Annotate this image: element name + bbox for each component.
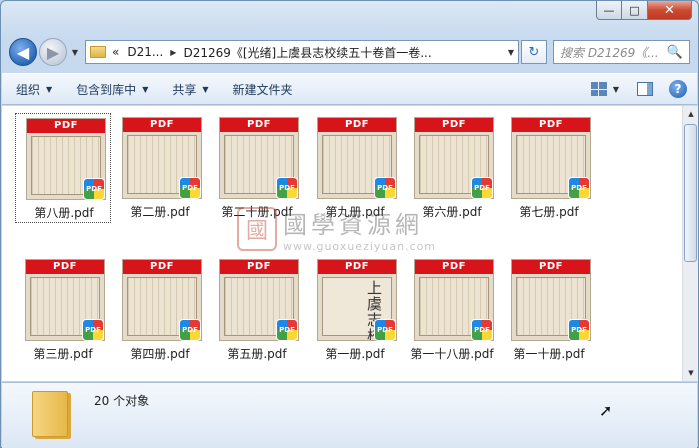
file-item[interactable]: PDF PDF 第二册.pdf [112,113,208,223]
view-options-dropdown[interactable]: ▼ [613,85,619,94]
scrollbar-thumb[interactable] [684,124,697,262]
watermark-url: www.guoxueziyuan.com [283,240,437,253]
search-placeholder: 搜索 D21269《... [560,45,659,60]
pdf-app-icon: PDF [276,319,298,341]
explorer-window: — □ ✕ ◀ ▶ ▼ « D21... ▶ D21269《[光绪]上虞县志校续… [0,0,699,448]
breadcrumb-overflow[interactable]: « [112,45,119,59]
back-button[interactable]: ◀ [9,38,37,66]
refresh-button[interactable]: ↻ [521,40,547,64]
organize-label: 组织 [16,82,41,97]
search-input[interactable]: 搜索 D21269《... 🔍 [553,40,690,64]
breadcrumb-item[interactable]: D21... [127,45,163,59]
include-library-menu[interactable]: 包含到库中 ▼ [76,81,148,98]
pdf-app-icon: PDF [568,177,590,199]
file-name: 第一册.pdf [325,347,385,361]
organize-menu[interactable]: 组织 ▼ [16,81,52,98]
scroll-up-icon[interactable]: ▲ [683,106,699,122]
new-folder-label: 新建文件夹 [232,82,293,97]
share-label: 共享 [172,82,197,97]
pdf-app-icon: PDF [568,319,590,341]
pdf-app-icon: PDF [471,319,493,341]
new-folder-button[interactable]: 新建文件夹 [233,81,293,98]
pdf-app-icon: PDF [374,319,396,341]
folder-icon [32,391,68,437]
change-view-icon[interactable] [590,82,607,96]
item-count: 20 个对象 [94,394,150,408]
file-item[interactable]: PDF PDF 第五册.pdf [209,255,305,365]
breadcrumb-current[interactable]: D21269《[光绪]上虞县志校续五十卷首一卷... [183,44,431,61]
recent-pages-dropdown[interactable]: ▼ [69,48,81,57]
search-icon[interactable]: 🔍 [667,45,683,60]
mouse-cursor-icon: ➚ [599,401,613,420]
command-bar: 组织 ▼ 包含到库中 ▼ 共享 ▼ 新建文件夹 ▼ ? [2,73,697,105]
file-name: 第五册.pdf [227,347,287,361]
pdf-app-icon: PDF [179,177,201,199]
vertical-scrollbar[interactable]: ▲ ▼ [682,106,698,381]
file-item[interactable]: PDF PDF 第四册.pdf [112,255,208,365]
scroll-down-icon[interactable]: ▼ [683,365,699,381]
pdf-app-icon: PDF [276,177,298,199]
window-controls: — □ ✕ [596,1,692,20]
maximize-button[interactable]: □ [622,1,648,20]
chevron-down-icon: ▼ [46,84,53,94]
forward-button[interactable]: ▶ [39,38,67,66]
file-name: 第一十册.pdf [513,347,585,361]
help-icon[interactable]: ? [669,80,687,98]
preview-pane-icon[interactable] [637,82,653,96]
pdf-app-icon: PDF [82,319,104,341]
file-name: 第四册.pdf [130,347,190,361]
chevron-down-icon: ▼ [142,84,149,94]
pdf-app-icon: PDF [374,177,396,199]
pdf-app-icon: PDF [83,178,105,200]
minimize-button[interactable]: — [596,1,622,20]
address-bar[interactable]: « D21... ▶ D21269《[光绪]上虞县志校续五十卷首一卷... ▼ [85,40,519,64]
details-pane: 20 个对象 [2,382,697,448]
file-item[interactable]: PDF 上虞志校續 PDF 第一册.pdf [307,255,403,365]
file-name: 第七册.pdf [519,205,579,219]
pdf-app-icon: PDF [179,319,201,341]
address-dropdown-icon[interactable]: ▼ [508,48,514,57]
navigation-bar: ◀ ▶ ▼ « D21... ▶ D21269《[光绪]上虞县志校续五十卷首一卷… [9,37,690,67]
chevron-down-icon: ▼ [202,84,209,94]
file-item[interactable]: PDF PDF 第七册.pdf [501,113,597,223]
close-button[interactable]: ✕ [648,1,692,20]
file-name: 第八册.pdf [34,206,94,220]
breadcrumb-separator[interactable]: ▶ [170,48,176,57]
watermark-seal: 國 [237,207,277,251]
watermark-title: 國學資源網 [283,211,423,239]
file-name: 第三册.pdf [33,347,93,361]
file-item[interactable]: PDF PDF 第三册.pdf [15,255,111,365]
watermark: 國 國學資源網 www.guoxueziyuan.com [237,205,436,253]
file-item[interactable]: PDF PDF 第一十八册.pdf [404,255,500,365]
folder-icon [90,46,106,58]
file-name: 第二册.pdf [130,205,190,219]
file-item[interactable]: PDF PDF 第八册.pdf [15,113,111,223]
include-library-label: 包含到库中 [76,82,137,97]
file-name: 第一十八册.pdf [410,347,494,361]
share-menu[interactable]: 共享 ▼ [172,81,208,98]
file-item[interactable]: PDF PDF 第一十册.pdf [501,255,597,365]
pdf-app-icon: PDF [471,177,493,199]
